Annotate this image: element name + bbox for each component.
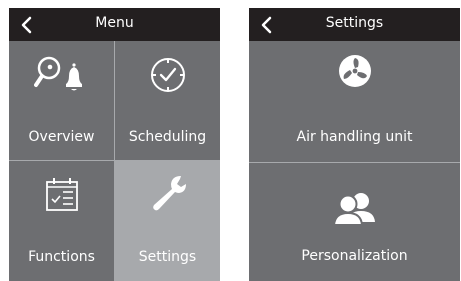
personalization-tile[interactable]: Personalization (249, 163, 460, 281)
settings-screen: Settings Air handling unit Personalizati… (249, 8, 460, 281)
tile-label-personalization: Personalization (301, 248, 408, 264)
overview-tile[interactable]: Overview (9, 41, 114, 160)
overview-icon (33, 56, 82, 91)
clock-icon (150, 58, 185, 92)
wrench-icon (152, 176, 186, 211)
air-handling-unit-tile[interactable]: Air handling unit (249, 41, 460, 162)
tile-label-overview: Overview (28, 129, 95, 145)
scheduling-tile[interactable]: Scheduling (115, 41, 220, 160)
menu-header: Menu (9, 8, 220, 41)
menu-screen: Menu Overview Scheduling Functions Setti… (9, 8, 220, 281)
tile-label-air-handling-unit: Air handling unit (296, 129, 413, 145)
fan-icon (338, 55, 371, 87)
page-title: Menu (95, 15, 134, 31)
settings-tile[interactable]: Settings (115, 161, 220, 281)
users-icon (332, 193, 375, 226)
tile-label-settings: Settings (138, 249, 197, 265)
page-title: Settings (325, 15, 384, 31)
settings-header: Settings (249, 8, 460, 41)
functions-tile[interactable]: Functions (9, 161, 114, 281)
tile-label-scheduling: Scheduling (128, 129, 207, 145)
calendar-list-icon (45, 178, 78, 211)
tile-label-functions: Functions (28, 249, 95, 265)
